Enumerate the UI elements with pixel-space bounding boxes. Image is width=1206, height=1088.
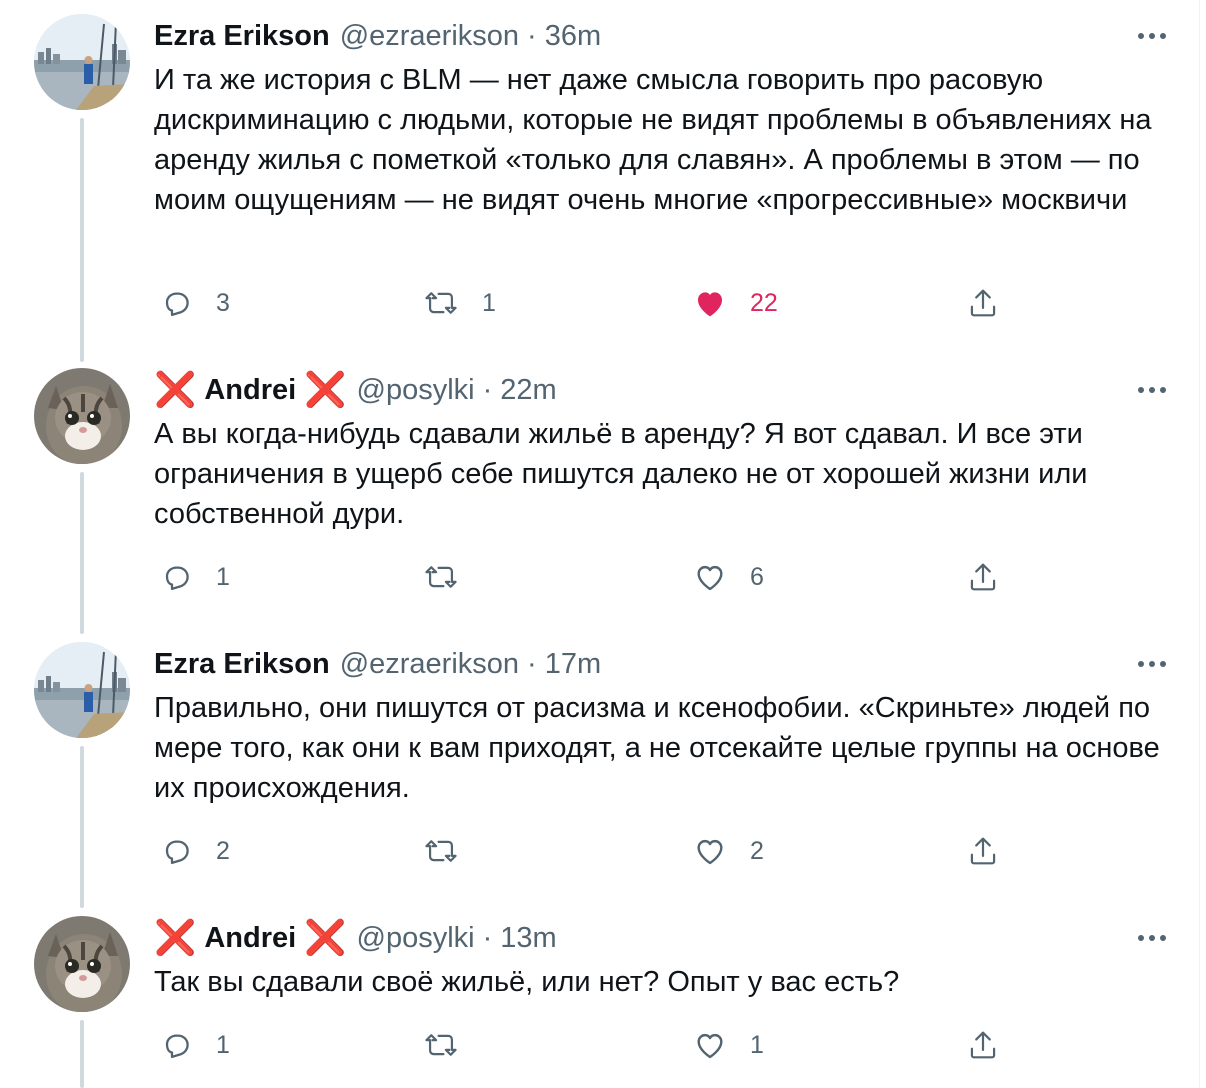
display-name[interactable]: Andrei	[204, 922, 296, 955]
more-icon[interactable]	[1138, 928, 1166, 948]
tweet-actions: 1 1	[154, 1025, 1014, 1065]
timestamp[interactable]: 13m	[500, 922, 556, 955]
retweet-icon	[425, 1034, 457, 1056]
reply-icon	[165, 1034, 189, 1058]
share-icon	[970, 1031, 996, 1059]
avatar[interactable]	[34, 916, 130, 1012]
heart-icon	[697, 1033, 723, 1059]
reply-button[interactable]: 1	[162, 1025, 230, 1065]
tweet-header: ❌ Andrei ❌ @posylki · 13m	[154, 918, 557, 958]
cross-mark-icon: ❌	[154, 919, 197, 957]
share-button[interactable]	[968, 1025, 998, 1065]
separator: ·	[482, 921, 493, 954]
like-button[interactable]: 1	[694, 1025, 764, 1065]
handle[interactable]: @posylki	[357, 922, 475, 955]
reply-count: 1	[216, 1030, 230, 1059]
tweet-text: Так вы сдавали своё жильё, или нет? Опыт…	[154, 966, 900, 998]
retweet-button[interactable]	[424, 1025, 482, 1065]
like-count: 1	[750, 1030, 764, 1059]
tweet[interactable]: ❌ Andrei ❌ @posylki · 13m Так вы сдавали…	[0, 0, 1200, 1088]
cross-mark-icon: ❌	[304, 919, 347, 957]
